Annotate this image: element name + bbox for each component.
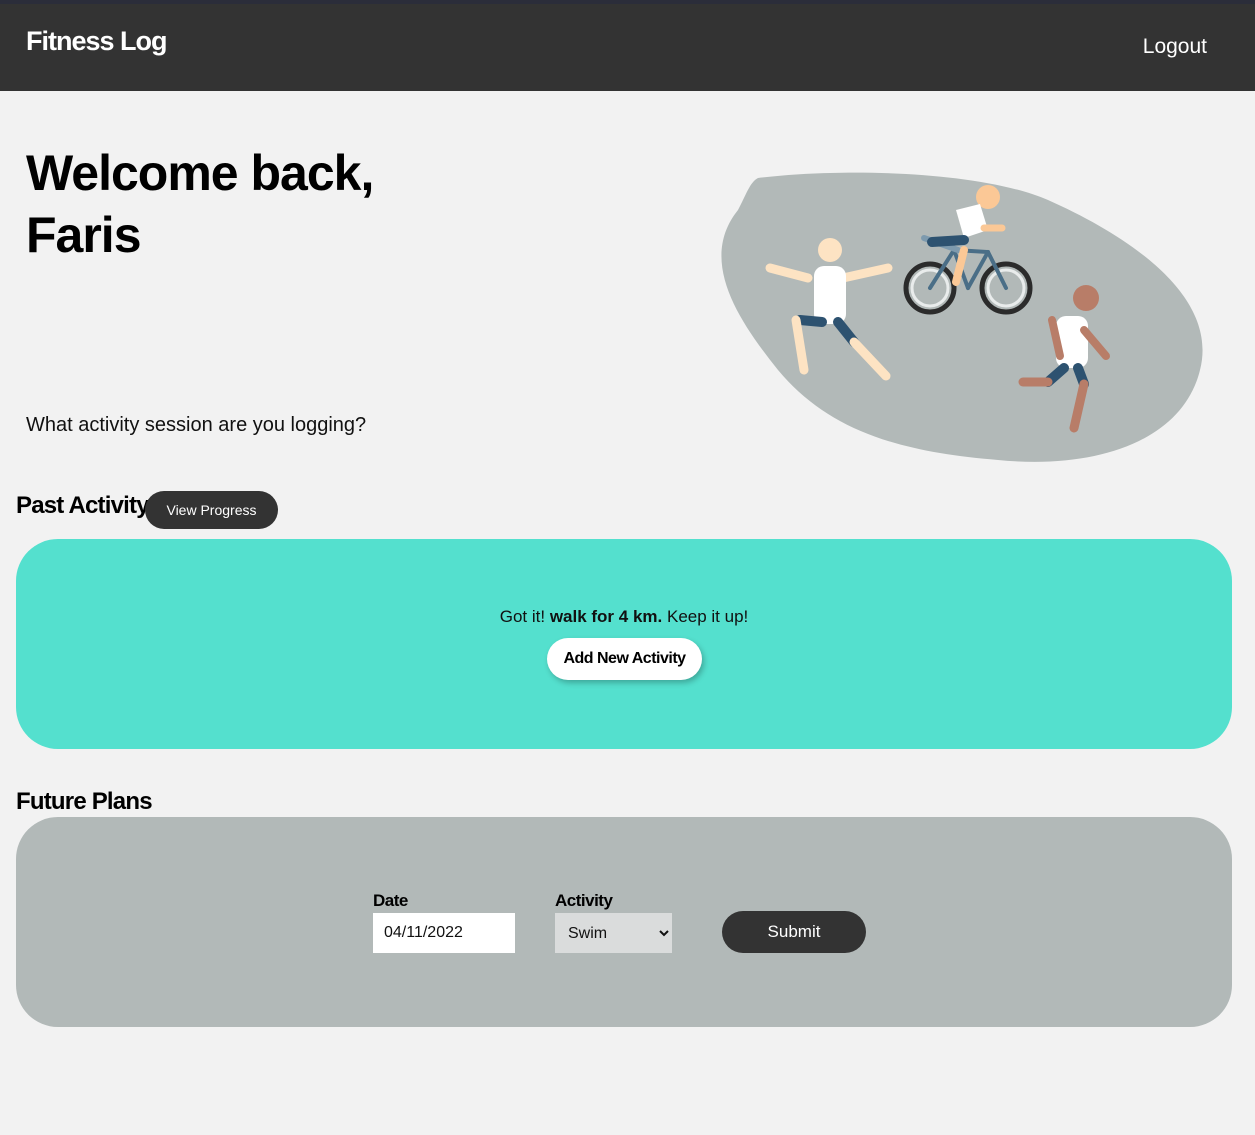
- confirm-prefix: Got it!: [499, 607, 546, 626]
- date-label: Date: [373, 891, 408, 910]
- add-new-activity-button[interactable]: Add New Activity: [547, 638, 702, 680]
- past-activity-title: Past Activity: [16, 492, 150, 519]
- welcome-line: Welcome back,: [26, 145, 374, 201]
- activity-confirmation: Got it! walk for 4 km. Keep it up!: [16, 607, 1232, 627]
- user-name: Faris: [26, 207, 142, 263]
- logged-activity: walk for 4 km.: [549, 607, 663, 626]
- activity-prompt: What activity session are you logging?: [26, 414, 367, 436]
- future-plans-panel: Date Activity Swim Submit: [16, 817, 1232, 1027]
- past-activity-panel: Got it! walk for 4 km. Keep it up! Add N…: [16, 539, 1232, 749]
- activity-select[interactable]: Swim: [555, 913, 672, 953]
- submit-button[interactable]: Submit: [722, 911, 866, 953]
- future-plans-title: Future Plans: [16, 788, 153, 815]
- welcome-heading: Welcome back, Faris: [26, 142, 374, 266]
- people-exercising-illustration: [721, 172, 1203, 462]
- activity-label: Activity: [555, 891, 613, 910]
- confirm-suffix: Keep it up!: [666, 607, 749, 626]
- view-progress-button[interactable]: View Progress: [145, 491, 278, 529]
- date-input[interactable]: [373, 913, 515, 953]
- app-title[interactable]: Fitness Log: [26, 26, 168, 57]
- logout-link[interactable]: Logout: [1143, 35, 1207, 59]
- top-navbar: Fitness Log Logout: [0, 0, 1255, 91]
